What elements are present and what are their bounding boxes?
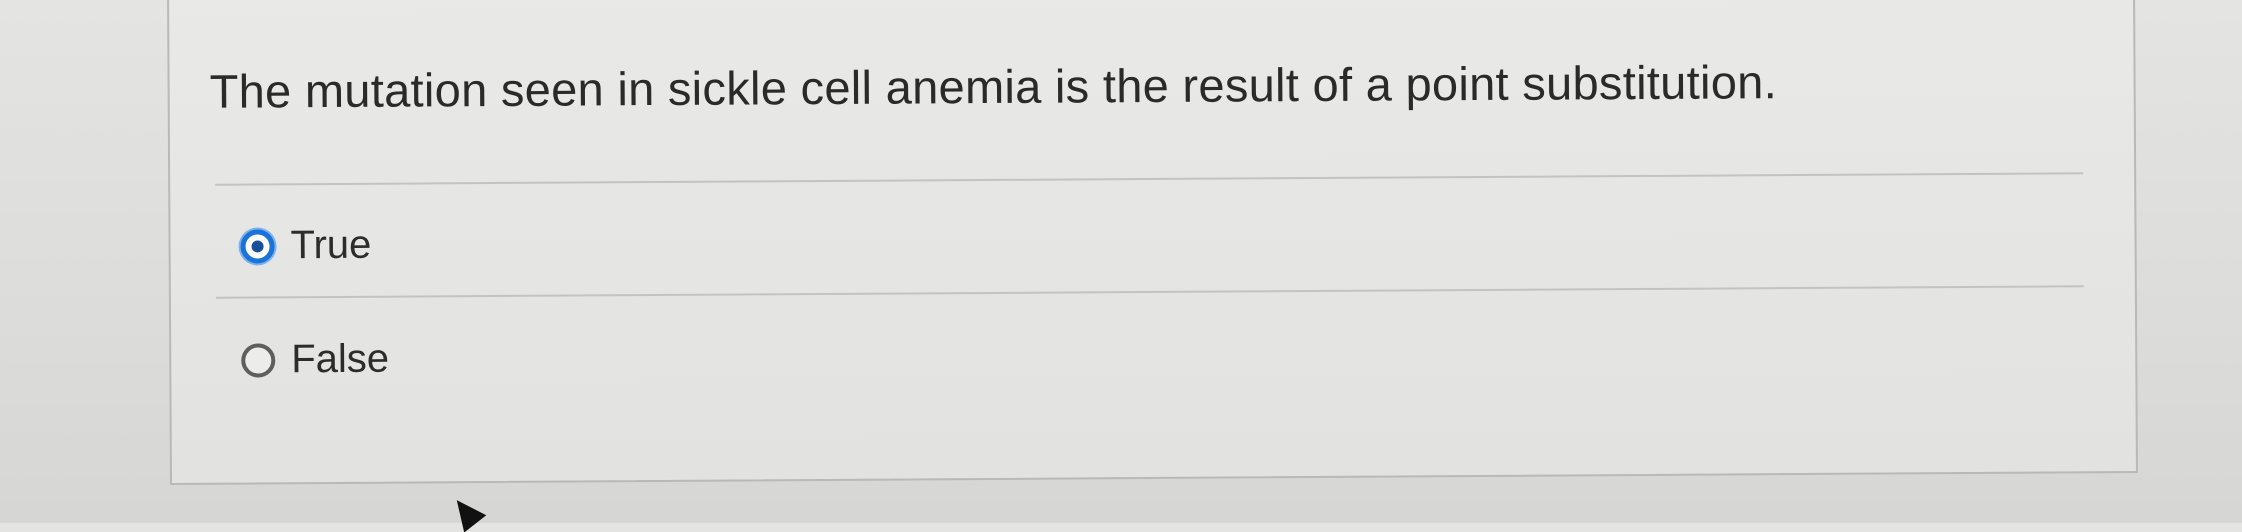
option-false-label: False	[291, 336, 390, 382]
question-text: The mutation seen in sickle cell anemia …	[209, 55, 1778, 118]
radio-selected-icon[interactable]	[240, 228, 275, 264]
mouse-pointer-icon	[445, 491, 487, 532]
question-card: The mutation seen in sickle cell anemia …	[167, 0, 2138, 485]
divider-top	[215, 172, 2084, 186]
radio-unselected-icon[interactable]	[241, 342, 276, 378]
option-false[interactable]: False	[241, 337, 389, 383]
option-true-label: True	[290, 222, 372, 268]
radio-dot	[251, 239, 264, 252]
divider-middle	[215, 285, 2084, 299]
option-true[interactable]: True	[240, 223, 371, 269]
